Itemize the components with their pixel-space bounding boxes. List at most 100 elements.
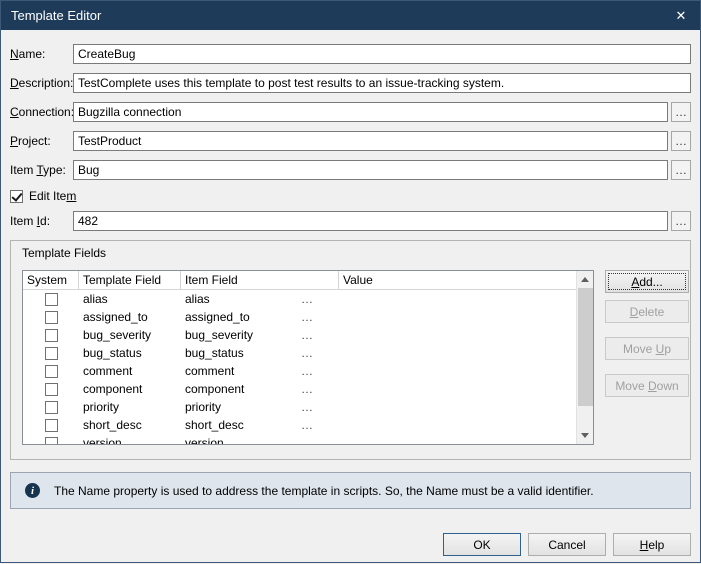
project-label: Project: — [10, 134, 73, 148]
cancel-button[interactable]: Cancel — [528, 533, 606, 556]
item-field-cell: short_desc — [185, 418, 244, 432]
table-row[interactable]: bug_status bug_status … — [23, 344, 576, 362]
name-input[interactable] — [73, 44, 691, 64]
connection-browse-button[interactable]: … — [671, 102, 691, 122]
project-browse-button[interactable]: … — [671, 131, 691, 151]
item-field-cell: comment — [185, 364, 234, 378]
row-browse-icon[interactable]: … — [301, 348, 313, 358]
delete-button: Delete — [605, 300, 689, 323]
item-id-field-row: Item Id: … — [10, 211, 691, 231]
item-field-cell: assigned_to — [185, 310, 250, 324]
dialog-content: Name: Description: Connection: … Project… — [1, 30, 700, 564]
edit-item-row: Edit Item — [10, 189, 691, 203]
row-browse-icon[interactable]: … — [301, 420, 313, 430]
template-field-cell: comment — [79, 364, 181, 378]
row-browse-icon[interactable]: … — [301, 438, 313, 444]
item-id-browse-button[interactable]: … — [671, 211, 691, 231]
item-id-input[interactable] — [73, 211, 668, 231]
ok-button[interactable]: OK — [443, 533, 521, 556]
vertical-scrollbar[interactable] — [576, 271, 593, 444]
item-field-cell: component — [185, 382, 244, 396]
row-browse-icon[interactable]: … — [301, 330, 313, 340]
system-checkbox[interactable] — [45, 311, 58, 324]
item-type-label: Item Type: — [10, 163, 73, 177]
system-checkbox[interactable] — [45, 329, 58, 342]
item-field-cell: bug_severity — [185, 328, 253, 342]
item-type-field-row: Item Type: … — [10, 160, 691, 180]
title-bar[interactable]: Template Editor ✕ — [1, 1, 700, 30]
move-down-button: Move Down — [605, 374, 689, 397]
table-row[interactable]: priority priority … — [23, 398, 576, 416]
add-button[interactable]: Add... — [605, 270, 689, 293]
description-label: Description: — [10, 76, 73, 90]
scrollbar-thumb[interactable] — [578, 288, 593, 406]
system-checkbox[interactable] — [45, 401, 58, 414]
connection-label: Connection: — [10, 105, 73, 119]
system-checkbox[interactable] — [45, 383, 58, 396]
column-header-value[interactable]: Value — [339, 271, 576, 289]
column-header-template-field[interactable]: Template Field — [79, 271, 181, 289]
system-checkbox[interactable] — [45, 419, 58, 432]
footer-buttons: OK Cancel Help — [10, 533, 691, 556]
system-checkbox[interactable] — [45, 437, 58, 445]
table-row[interactable]: assigned_to assigned_to … — [23, 308, 576, 326]
description-field-row: Description: — [10, 73, 691, 93]
column-header-system[interactable]: System — [23, 271, 79, 289]
table-row[interactable]: bug_severity bug_severity … — [23, 326, 576, 344]
project-input[interactable] — [73, 131, 668, 151]
template-field-cell: bug_status — [79, 346, 181, 360]
scroll-up-button[interactable] — [577, 271, 593, 288]
item-field-cell: priority — [185, 400, 221, 414]
item-type-browse-button[interactable]: … — [671, 160, 691, 180]
table-action-buttons: Add... Delete Move Up Move Down — [605, 270, 689, 404]
system-checkbox[interactable] — [45, 293, 58, 306]
template-field-cell: short_desc — [79, 418, 181, 432]
row-browse-icon[interactable]: … — [301, 384, 313, 394]
arrow-up-icon — [581, 277, 589, 282]
description-input[interactable] — [73, 73, 691, 93]
item-field-cell: alias — [185, 292, 210, 306]
connection-field-row: Connection: … — [10, 102, 691, 122]
row-browse-icon[interactable]: … — [301, 312, 313, 322]
row-browse-icon[interactable]: … — [301, 366, 313, 376]
info-icon: i — [25, 483, 40, 498]
template-fields-title: Template Fields — [22, 246, 679, 260]
table-header: System Template Field Item Field Value — [23, 271, 576, 290]
edit-item-label: Edit Item — [29, 189, 76, 203]
table-row[interactable]: comment comment … — [23, 362, 576, 380]
template-editor-dialog: Template Editor ✕ Name: Description: Con… — [0, 0, 701, 563]
template-field-cell: bug_severity — [79, 328, 181, 342]
template-field-cell: component — [79, 382, 181, 396]
scroll-down-button[interactable] — [577, 427, 593, 444]
item-type-input[interactable] — [73, 160, 668, 180]
item-field-cell: version — [185, 436, 224, 444]
template-fields-group: Template Fields System Template Field It… — [10, 240, 691, 460]
move-up-button: Move Up — [605, 337, 689, 360]
system-checkbox[interactable] — [45, 347, 58, 360]
column-header-item-field[interactable]: Item Field — [181, 271, 339, 289]
name-field-row: Name: — [10, 44, 691, 64]
edit-item-checkbox[interactable] — [10, 190, 23, 203]
row-browse-icon[interactable]: … — [301, 402, 313, 412]
window-title: Template Editor — [11, 8, 662, 23]
template-field-cell: alias — [79, 292, 181, 306]
project-field-row: Project: … — [10, 131, 691, 151]
connection-input[interactable] — [73, 102, 668, 122]
close-icon[interactable]: ✕ — [662, 1, 700, 30]
table-row[interactable]: short_desc short_desc … — [23, 416, 576, 434]
table-row[interactable]: component component … — [23, 380, 576, 398]
fields-table: System Template Field Item Field Value a… — [22, 270, 594, 445]
help-button[interactable]: Help — [613, 533, 691, 556]
arrow-down-icon — [581, 433, 589, 438]
item-id-label: Item Id: — [10, 214, 73, 228]
template-field-cell: version — [79, 436, 181, 444]
table-row[interactable]: version version … — [23, 434, 576, 444]
info-bar: i The Name property is used to address t… — [10, 472, 691, 509]
template-field-cell: priority — [79, 400, 181, 414]
item-field-cell: bug_status — [185, 346, 244, 360]
system-checkbox[interactable] — [45, 365, 58, 378]
table-row[interactable]: alias alias … — [23, 290, 576, 308]
template-field-cell: assigned_to — [79, 310, 181, 324]
row-browse-icon[interactable]: … — [301, 294, 313, 304]
info-text: The Name property is used to address the… — [54, 484, 594, 498]
